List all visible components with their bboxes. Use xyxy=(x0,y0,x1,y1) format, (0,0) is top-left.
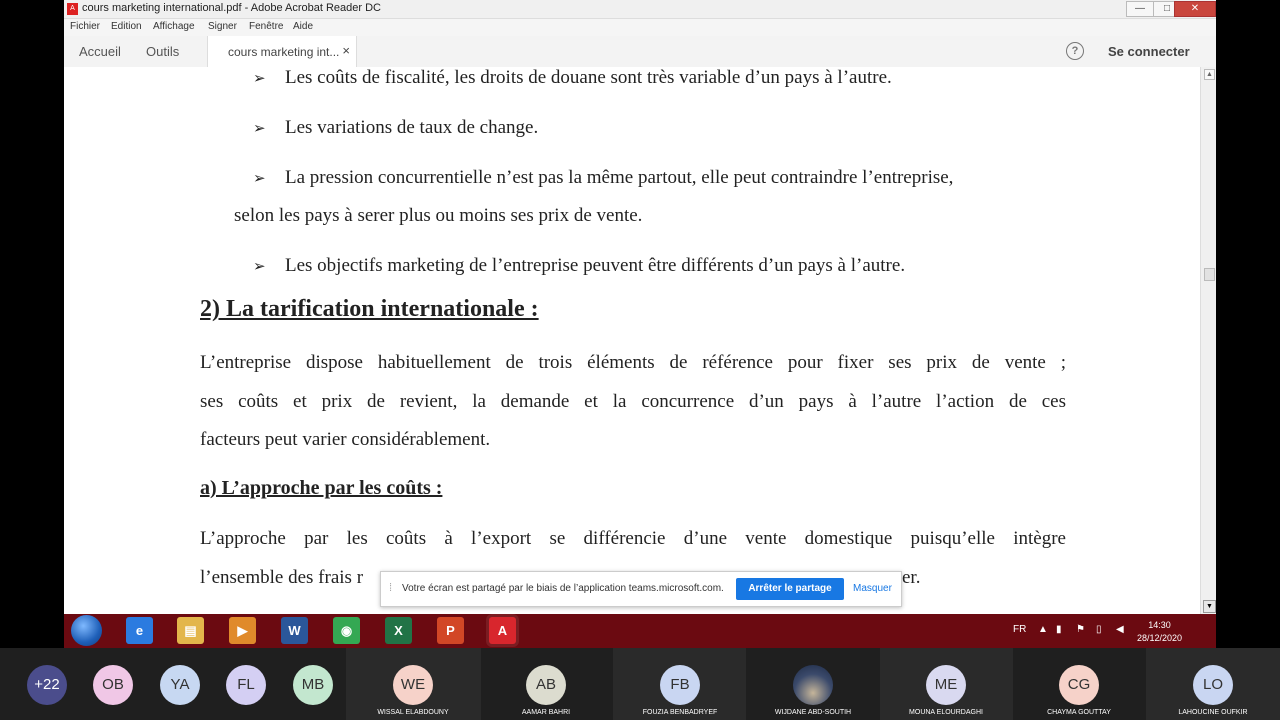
powerpoint-icon[interactable]: P xyxy=(437,617,464,644)
participant-name: CHAYMA GOUTTAY xyxy=(1047,709,1111,716)
participant-avatar[interactable]: FL xyxy=(226,665,266,705)
bullet-item: ➢ La pression concurrentielle n’est pas l… xyxy=(253,167,954,189)
participant-name: FOUZIA BENBADRYEF xyxy=(642,709,718,716)
paragraph-line-end: er. xyxy=(902,566,921,588)
share-message: Votre écran est partagé par le biais de … xyxy=(402,583,724,594)
participant-avatar[interactable] xyxy=(793,665,833,705)
participant-name: WISSAL ELABDOUNY xyxy=(377,709,449,716)
participant-avatar[interactable]: FB xyxy=(660,665,700,705)
minimize-button[interactable]: — xyxy=(1126,1,1154,17)
subsection-heading: a) L’approche par les coûts : xyxy=(200,477,443,499)
chrome-icon[interactable]: ◉ xyxy=(333,617,360,644)
arrow-bullet-icon: ➢ xyxy=(253,169,266,187)
participant-name: LAHOUCINE OUFKIR xyxy=(1178,709,1248,716)
excel-icon[interactable]: X xyxy=(385,617,412,644)
scroll-down-icon[interactable]: ▼ xyxy=(1203,600,1216,613)
participant-avatar[interactable]: OB xyxy=(93,665,133,705)
participant-name: WIJDANE ABD-SOUTIH xyxy=(774,709,852,716)
participant-avatar[interactable]: ME xyxy=(926,665,966,705)
left-black-bar xyxy=(0,0,64,648)
participant-avatar[interactable]: +22 xyxy=(27,665,67,705)
clock-time: 14:30 xyxy=(1148,620,1171,630)
paragraph-line: L’approche par les coûts à l’export se d… xyxy=(200,528,1066,549)
internet-explorer-icon[interactable]: e xyxy=(126,617,153,644)
bullet-text: La pression concurrentielle n’est pas la… xyxy=(285,167,954,188)
window-title: cours marketing international.pdf - Adob… xyxy=(82,2,381,14)
title-bar: A cours marketing international.pdf - Ad… xyxy=(64,0,1216,19)
drag-handle-icon[interactable]: ⁞ xyxy=(389,582,392,594)
windows-taskbar: e ▤ ▶ W ◉ X P A FR ▲ ▮ ⚑ ▯ ◀ 14:30 28/12/2020 xyxy=(64,614,1216,648)
help-icon[interactable]: ? xyxy=(1066,42,1084,60)
section-heading: 2) La tarification internationale : xyxy=(200,296,539,322)
acrobat-icon[interactable]: A xyxy=(489,617,516,644)
bullet-text: Les objectifs marketing de l’entreprise … xyxy=(285,255,906,276)
clock-date: 28/12/2020 xyxy=(1137,633,1183,643)
system-clock[interactable]: 14:30 28/12/2020 xyxy=(1137,619,1182,645)
bullet-item: ➢ Les variations de taux de change. xyxy=(253,117,539,139)
paragraph-line: ses coûts et prix de revient, la demande… xyxy=(200,390,1066,412)
tab-document[interactable]: cours marketing int... × xyxy=(207,36,357,67)
tab-bar: Accueil Outils cours marketing int... × … xyxy=(64,36,1216,68)
start-button-icon[interactable] xyxy=(71,615,102,646)
participant-avatar[interactable]: MB xyxy=(293,665,333,705)
volume-icon[interactable]: ◀ xyxy=(1116,624,1124,635)
menu-fenetre[interactable]: Fenêtre xyxy=(249,21,283,32)
bullet-item: ➢ Les coûts de fiscalité, les droits de d… xyxy=(253,67,892,89)
menu-edition[interactable]: Edition xyxy=(111,21,142,32)
arrow-bullet-icon: ➢ xyxy=(253,257,266,275)
scroll-thumb[interactable] xyxy=(1204,268,1215,281)
hide-banner-link[interactable]: Masquer xyxy=(853,583,892,594)
file-explorer-icon[interactable]: ▤ xyxy=(177,617,204,644)
stop-sharing-button[interactable]: Arrêter le partage xyxy=(736,578,844,600)
tab-accueil[interactable]: Accueil xyxy=(79,44,121,59)
word-icon[interactable]: W xyxy=(281,617,308,644)
paragraph-line: L’entreprise dispose habituellement de t… xyxy=(200,352,1066,373)
participant-name: MOUNA ELOURDAGHI xyxy=(909,709,983,716)
language-indicator[interactable]: FR xyxy=(1013,624,1026,635)
screen-share-banner: ⁞ Votre écran est partagé par le biais d… xyxy=(380,571,902,607)
bullet-text: Les variations de taux de change. xyxy=(285,117,539,138)
battery-icon[interactable]: ▯ xyxy=(1096,624,1102,635)
menu-bar: Fichier Edition Affichage Signer Fenêtre… xyxy=(64,19,1216,36)
menu-fichier[interactable]: Fichier xyxy=(70,21,100,32)
close-tab-icon[interactable]: × xyxy=(342,43,350,58)
acrobat-window: A cours marketing international.pdf - Ad… xyxy=(64,0,1216,648)
action-center-flag-icon[interactable]: ⚑ xyxy=(1076,624,1085,635)
participant-avatar[interactable]: LO xyxy=(1193,665,1233,705)
menu-aide[interactable]: Aide xyxy=(293,21,313,32)
menu-signer[interactable]: Signer xyxy=(208,21,237,32)
right-black-bar xyxy=(1216,0,1280,648)
participant-name: AAMAR BAHRI xyxy=(521,709,571,716)
tab-outils[interactable]: Outils xyxy=(146,44,179,59)
vertical-scrollbar[interactable]: ▲ ▼ xyxy=(1200,67,1216,614)
meeting-participants-bar: +22 OB YA FL MB WE WISSAL ELABDOUNY AB AAMAR BAH… xyxy=(0,648,1280,720)
scroll-up-icon[interactable]: ▲ xyxy=(1204,69,1215,80)
bullet-continuation: selon les pays à serer plus ou moins ses… xyxy=(234,205,643,226)
bullet-item: ➢ Les objectifs marketing de l’entreprise… xyxy=(253,255,906,277)
document-tab-label: cours marketing int... xyxy=(228,45,340,59)
participant-avatar[interactable]: WE xyxy=(393,665,433,705)
pdf-icon: A xyxy=(67,3,78,15)
media-player-icon[interactable]: ▶ xyxy=(229,617,256,644)
menu-affichage[interactable]: Affichage xyxy=(153,21,195,32)
participant-avatar[interactable]: AB xyxy=(526,665,566,705)
participant-avatar[interactable]: YA xyxy=(160,665,200,705)
close-window-button[interactable]: ✕ xyxy=(1174,1,1216,17)
bullet-text: Les coûts de fiscalité, les droits de do… xyxy=(285,67,892,88)
participant-avatar[interactable]: CG xyxy=(1059,665,1099,705)
network-icon[interactable]: ▮ xyxy=(1056,624,1062,635)
sign-in-button[interactable]: Se connecter xyxy=(1108,44,1190,59)
paragraph-line: facteurs peut varier considérablement. xyxy=(200,429,491,450)
arrow-bullet-icon: ➢ xyxy=(253,69,266,87)
arrow-bullet-icon: ➢ xyxy=(253,119,266,137)
document-page: ➢ Les coûts de fiscalité, les droits de d… xyxy=(64,67,1200,614)
show-hidden-icons-icon[interactable]: ▲ xyxy=(1038,624,1048,635)
